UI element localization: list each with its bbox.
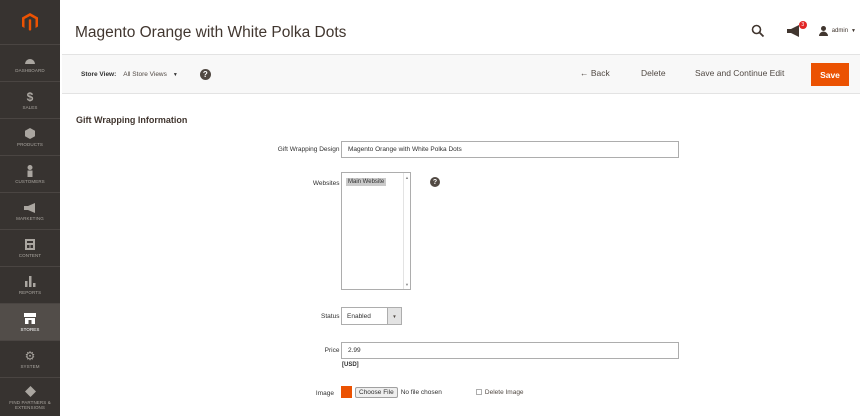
content-icon <box>23 239 37 251</box>
scroll-down-icon[interactable]: ▼ <box>405 282 409 287</box>
notifications-bell[interactable]: 3 <box>786 21 807 38</box>
sidebar-item-label: MARKETING <box>16 215 44 221</box>
image-field-label: Image <box>315 390 334 397</box>
image-thumbnail <box>341 386 352 398</box>
sidebar-item-label: SALES <box>22 104 38 110</box>
arrow-left-icon: ← <box>580 68 589 78</box>
sidebar-item-content[interactable]: CONTENT <box>0 229 60 266</box>
cube-icon <box>23 128 37 140</box>
sidebar-item-customers[interactable]: CUSTOMERS <box>0 155 60 192</box>
sidebar-item-label: REPORTS <box>18 289 42 295</box>
partners-icon <box>23 386 37 398</box>
sidebar-item-label: CUSTOMERS <box>15 178 45 184</box>
magento-logo[interactable] <box>0 0 60 44</box>
sidebar-item-stores[interactable]: STORES <box>0 303 60 340</box>
sidebar-item-label: PRODUCTS <box>16 141 44 147</box>
sidebar-item-label: FIND PARTNERS & EXTENSIONS <box>9 399 51 410</box>
sidebar-item-marketing[interactable]: MARKETING <box>0 192 60 229</box>
store-view-switcher: Store View: All Store Views ▼ ? <box>81 69 211 80</box>
save-and-continue-button[interactable]: Save and Continue Edit <box>695 68 784 78</box>
sidebar-item-products[interactable]: PRODUCTS <box>0 118 60 155</box>
save-button[interactable]: Save <box>811 63 849 86</box>
scroll-up-icon[interactable]: ▲ <box>405 175 409 180</box>
sidebar-item-label: DASHBOARD <box>15 67 45 73</box>
page-actions-toolbar: Store View: All Store Views ▼ ? ← Back D… <box>62 54 860 94</box>
delete-image-label[interactable]: Delete Image <box>485 389 524 396</box>
person-icon <box>23 164 37 177</box>
user-icon <box>818 26 828 36</box>
admin-sidebar: DASHBOARD $ SALES PRODUCTS CUSTOMERS MAR… <box>0 0 60 416</box>
user-name: admin <box>831 28 849 34</box>
sidebar-item-dashboard[interactable]: DASHBOARD <box>0 44 60 81</box>
notification-badge: 3 <box>798 21 807 29</box>
store-view-label: Store View: <box>81 71 117 78</box>
help-icon[interactable]: ? <box>430 177 440 187</box>
sidebar-item-partners[interactable]: FIND PARTNERS & EXTENSIONS <box>0 377 60 416</box>
chevron-down-icon[interactable]: ▼ <box>387 308 401 324</box>
search-icon[interactable] <box>751 24 765 38</box>
websites-option[interactable]: Main Website <box>346 178 387 186</box>
sidebar-item-label: CONTENT <box>18 252 42 258</box>
chevron-down-icon: ▼ <box>851 28 856 34</box>
bar-chart-icon <box>23 276 37 288</box>
megaphone-icon <box>23 202 37 214</box>
status-select[interactable]: Enabled ▼ <box>341 307 402 325</box>
back-button[interactable]: ← Back <box>580 68 610 78</box>
image-upload: Choose File No file chosen Delete Image <box>341 386 524 398</box>
help-icon[interactable]: ? <box>199 69 211 80</box>
status-select-value: Enabled <box>347 312 371 320</box>
delete-button[interactable]: Delete <box>641 68 666 78</box>
price-input[interactable]: 2.99 <box>341 342 679 359</box>
delete-image-checkbox[interactable] <box>475 389 482 395</box>
no-file-text: No file chosen <box>400 388 442 396</box>
choose-file-button[interactable]: Choose File <box>355 386 398 398</box>
sidebar-item-label: SYSTEM <box>20 363 40 369</box>
header-actions: 3 admin ▼ <box>751 21 856 38</box>
design-field-label: Gift Wrapping Design* <box>278 146 346 153</box>
currency-label: [USD] <box>342 362 359 368</box>
section-title: Gift Wrapping Information <box>76 115 188 125</box>
sidebar-item-sales[interactable]: $ SALES <box>0 81 60 118</box>
page-title: Magento Orange with White Polka Dots <box>75 24 347 41</box>
sidebar-item-label: STORES <box>20 326 40 332</box>
gift-wrapping-design-input[interactable]: Magento Orange with White Polka Dots <box>341 141 679 158</box>
dashboard-icon <box>23 54 37 66</box>
dollar-icon: $ <box>26 89 34 104</box>
user-menu[interactable]: admin ▼ <box>818 26 856 36</box>
store-view-dropdown[interactable]: All Store Views <box>123 71 167 78</box>
magento-logo-icon <box>22 13 38 31</box>
scrollbar[interactable]: ▲ ▼ <box>403 173 410 289</box>
chevron-down-icon[interactable]: ▼ <box>173 72 178 78</box>
store-icon <box>23 313 37 325</box>
sidebar-item-reports[interactable]: REPORTS <box>0 266 60 303</box>
gear-icon: ⚙ <box>24 348 36 363</box>
sidebar-item-system[interactable]: ⚙ SYSTEM <box>0 340 60 377</box>
websites-multiselect[interactable]: Main Website ▲ ▼ <box>341 172 411 290</box>
